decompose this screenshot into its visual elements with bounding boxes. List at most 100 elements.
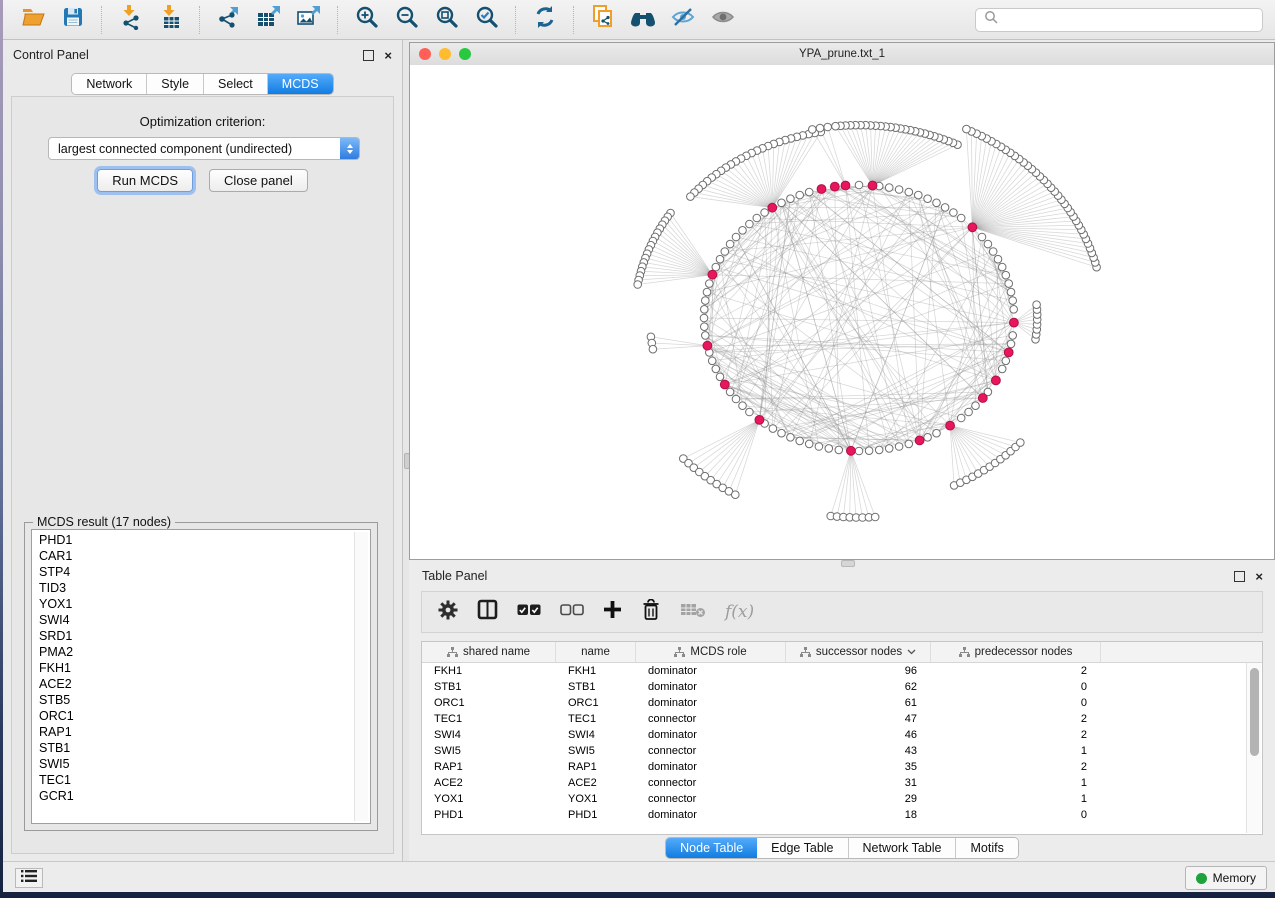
mcds-result-item[interactable]: STP4 [34,564,354,580]
graph-node[interactable] [1009,332,1017,340]
graph-node[interactable] [703,288,711,296]
column-header-MCDS-role[interactable]: MCDS role [636,642,786,662]
graph-edge[interactable] [837,451,851,517]
delete-column-button[interactable] [641,599,661,626]
satellite-node[interactable] [824,123,832,131]
graph-node[interactable] [1010,306,1018,314]
mcds-result-item[interactable]: PHD1 [34,532,354,548]
graph-edge[interactable] [950,426,954,486]
graph-node[interactable] [965,408,973,416]
graph-node[interactable] [994,255,1002,263]
table-row[interactable]: TEC1TEC1connector472 [422,711,1262,727]
graph-node[interactable] [865,447,873,455]
float-panel-icon[interactable] [1234,571,1245,582]
column-header-predecessor-nodes[interactable]: predecessor nodes [931,642,1101,662]
zoom-fit-button[interactable] [429,4,465,36]
graph-node[interactable] [885,445,893,453]
dominator-node[interactable] [946,421,955,430]
tab-network[interactable]: Network [72,74,147,94]
table-row[interactable]: ACE2ACE2connector311 [422,775,1262,791]
graph-node[interactable] [915,191,923,199]
table-row[interactable]: FKH1FKH1dominator962 [422,663,1262,679]
table-row[interactable]: YOX1YOX1connector291 [422,791,1262,807]
select-all-rows-button[interactable] [517,603,541,622]
graph-node[interactable] [778,429,786,437]
graph-node[interactable] [1002,357,1010,365]
graph-edge[interactable] [851,451,863,518]
graph-node[interactable] [984,240,992,248]
graph-edge[interactable] [972,150,1005,228]
graph-node[interactable] [805,440,813,448]
dominator-node[interactable] [755,416,764,425]
run-mcds-button[interactable]: Run MCDS [97,169,193,192]
graph-edge[interactable] [846,126,873,186]
satellite-node[interactable] [649,345,657,353]
graph-node[interactable] [957,414,965,422]
graph-node[interactable] [998,365,1006,373]
tab-style[interactable]: Style [147,74,204,94]
dominator-node[interactable] [847,446,856,455]
dominator-node[interactable] [868,181,877,190]
graph-node[interactable] [796,437,804,445]
graph-node[interactable] [700,314,708,322]
table-row[interactable]: PHD1PHD1dominator180 [422,807,1262,823]
graph-node[interactable] [726,388,734,396]
graph-edge[interactable] [653,346,708,350]
graph-edge[interactable] [690,197,772,208]
graph-edge[interactable] [873,139,944,185]
mcds-result-item[interactable]: ACE2 [34,676,354,692]
graph-node[interactable] [746,220,754,228]
save-session-button[interactable] [55,4,91,36]
dominator-node[interactable] [817,185,826,194]
graph-node[interactable] [972,402,980,410]
satellite-node[interactable] [871,513,879,521]
graph-node[interactable] [855,181,863,189]
zoom-in-button[interactable] [349,4,385,36]
satellite-node[interactable] [687,193,695,201]
dominator-node[interactable] [708,270,717,279]
graph-node[interactable] [989,248,997,256]
graph-node[interactable] [875,446,883,454]
graph-node[interactable] [701,323,709,331]
graph-edge[interactable] [712,323,1014,361]
tab-network-table[interactable]: Network Table [849,838,957,858]
graph-node[interactable] [701,306,709,314]
graph-edge[interactable] [831,451,851,516]
column-header-successor-nodes[interactable]: successor nodes [786,642,931,662]
import-table-button[interactable] [153,4,189,36]
graph-node[interactable] [957,214,965,222]
tab-edge-table[interactable]: Edge Table [757,838,848,858]
mcds-result-item[interactable]: TEC1 [34,772,354,788]
graph-node[interactable] [726,240,734,248]
mcds-result-item[interactable]: SWI4 [34,612,354,628]
graph-node[interactable] [761,209,769,217]
table-row[interactable]: SWI4SWI4dominator462 [422,727,1262,743]
satellite-node[interactable] [832,122,840,130]
dominator-node[interactable] [703,341,712,350]
tab-select[interactable]: Select [204,74,268,94]
close-panel-icon[interactable]: × [384,51,392,60]
graph-node[interactable] [924,434,932,442]
network-title-bar[interactable]: YPA_prune.txt_1 [410,43,1274,66]
graph-node[interactable] [746,408,754,416]
graph-node[interactable] [716,255,724,263]
optimization-criterion-select[interactable]: largest connected component (undirected) [48,137,360,160]
export-network-button[interactable] [211,4,247,36]
mcds-list-scrollbar[interactable] [354,532,368,821]
column-selector-button[interactable] [477,599,498,625]
graph-node[interactable] [753,214,761,222]
graph-node[interactable] [778,199,786,207]
zoom-selected-button[interactable] [469,4,505,36]
column-header-name[interactable]: name [556,642,636,662]
graph-edge[interactable] [851,451,875,517]
add-column-button[interactable] [603,600,622,624]
mcds-result-item[interactable]: SRD1 [34,628,354,644]
dominator-node[interactable] [1004,348,1013,357]
satellite-node[interactable] [732,491,740,499]
mcds-result-item[interactable]: YOX1 [34,596,354,612]
table-scrollbar-thumb[interactable] [1250,668,1259,756]
dominator-node[interactable] [841,181,850,190]
mcds-result-item[interactable]: ORC1 [34,708,354,724]
satellite-node[interactable] [816,124,824,132]
import-network-button[interactable] [113,4,149,36]
